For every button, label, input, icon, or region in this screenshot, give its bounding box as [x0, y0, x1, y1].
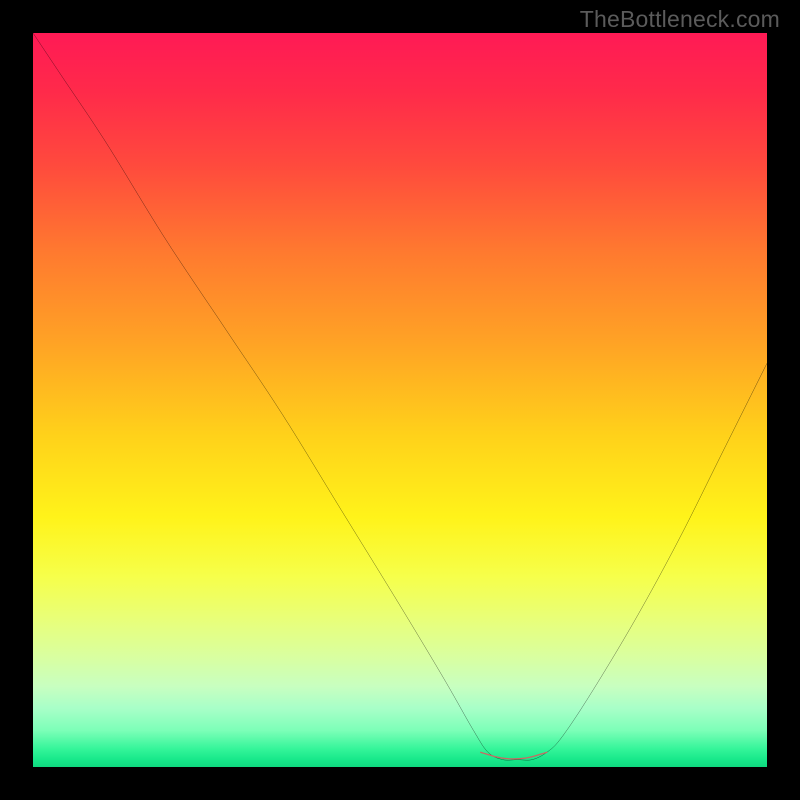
plot-area — [33, 33, 767, 767]
attribution-label: TheBottleneck.com — [580, 6, 780, 33]
curve-layer — [33, 33, 767, 767]
bottleneck-curve — [33, 33, 767, 760]
chart-frame: TheBottleneck.com — [0, 0, 800, 800]
